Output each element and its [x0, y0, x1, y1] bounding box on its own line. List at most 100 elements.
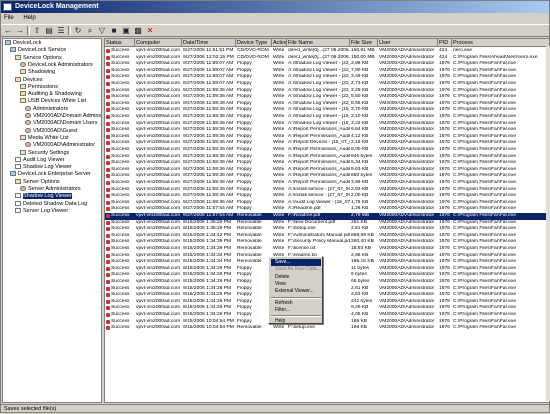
tree-node-label: VM2000AD\Guest: [33, 127, 78, 134]
user-icon: [25, 120, 31, 126]
tree-node-label: DeviceLock Enterprise Server: [18, 171, 91, 178]
tree-node[interactable]: Server Options: [15, 178, 60, 186]
vertical-scrollbar[interactable]: [546, 46, 550, 401]
tree-node-label: Service Options: [23, 54, 62, 61]
tree-node-label: VM2000AD\Domain Admins: [33, 113, 102, 119]
context-menu-item[interactable]: View: [271, 281, 321, 288]
tree-node[interactable]: Devices: [15, 76, 43, 84]
folder-icon: [20, 69, 26, 75]
column-header[interactable]: File Name: [287, 39, 350, 47]
tree-node[interactable]: DeviceLock Enterprise Server: [10, 171, 91, 178]
user-icon: [20, 186, 26, 191]
column-header[interactable]: Status: [105, 39, 135, 47]
tree-node-label: Administrators: [33, 105, 69, 112]
toolbar-separator: [68, 26, 71, 35]
window-title: DeviceLock Management: [15, 3, 99, 10]
tree-node[interactable]: Permissions: [20, 83, 58, 91]
table-cell: 1976: [439, 325, 450, 331]
tree-node[interactable]: DeviceLock Administrators: [20, 61, 93, 69]
tree-node-label: Security Settings: [28, 149, 70, 156]
table-cell: C:\Program Files\Far\Far.exe: [453, 325, 517, 331]
back-icon[interactable]: ←: [3, 26, 13, 36]
tree-node-label: Shadow Log Viewer: [23, 193, 72, 200]
tree-node[interactable]: Shadow Log Viewer: [15, 193, 72, 200]
tree-node[interactable]: DeviceLock: [5, 40, 41, 47]
table-cell: VM2000AD\Administrator: [379, 325, 435, 331]
tree-node[interactable]: Deleted Shadow Data Log: [15, 200, 88, 208]
title-bar[interactable]: DeviceLock Management: [1, 1, 549, 13]
shadow-log-list: Status Computer Date/Time Device Type Action…: [104, 38, 550, 403]
tree-node[interactable]: Audit Log Viewer: [15, 156, 65, 164]
find-icon[interactable]: ⌕: [85, 26, 95, 36]
user-icon: [25, 113, 31, 118]
folder-icon: [20, 83, 26, 89]
folder-icon: [15, 178, 21, 184]
column-header[interactable]: Device Type: [236, 39, 272, 47]
column-header[interactable]: User: [378, 39, 438, 47]
tree-node[interactable]: VM2000AD\Domain Admins: [25, 113, 101, 120]
menu-file[interactable]: File: [4, 15, 14, 21]
tree-node[interactable]: VM2000AD\Domain Users: [25, 120, 98, 127]
properties-icon[interactable]: ▣: [121, 26, 131, 36]
save-icon[interactable]: ▩: [133, 26, 143, 36]
tree-node-label: Media White List: [28, 134, 69, 141]
list-icon[interactable]: ☰: [56, 26, 66, 36]
context-menu-item[interactable]: Help: [271, 318, 321, 325]
table-row[interactable]: Success vpvt-vm2000ad.com 9/15/2006 10:04:…: [105, 325, 549, 332]
up-icon[interactable]: ⇧: [32, 26, 42, 36]
tree-node-label: DeviceLock Service: [18, 47, 67, 54]
tree-node[interactable]: Administrators: [25, 105, 69, 113]
tree-node-label: Shadowing: [28, 69, 56, 76]
column-header[interactable]: PID: [438, 39, 452, 47]
log-icon: [15, 200, 21, 206]
tree-node[interactable]: Service Options: [15, 54, 62, 62]
column-header[interactable]: Computer: [135, 39, 182, 47]
stop-icon[interactable]: ■: [109, 26, 119, 36]
context-menu: Save... Save As Raw Data... Delete View Exte…: [268, 256, 323, 324]
menu-separator: [271, 296, 321, 299]
menu-separator: [271, 315, 321, 318]
console-tree: DeviceLock DeviceLock Service Service Opti…: [2, 38, 102, 403]
tree-node[interactable]: VM2000AD\Administrator: [25, 142, 95, 149]
forward-icon[interactable]: →: [15, 26, 25, 36]
filter-icon[interactable]: ▽: [97, 26, 107, 36]
context-menu-item[interactable]: Filter...: [271, 307, 321, 314]
column-header[interactable]: Date/Time: [182, 39, 236, 47]
refresh-icon[interactable]: ↻: [73, 26, 83, 36]
menu-bar: File Help: [1, 13, 549, 24]
context-menu-item[interactable]: External Viewer...: [271, 288, 321, 295]
log-icon: [15, 207, 21, 213]
context-menu-item[interactable]: Delete: [271, 274, 321, 281]
user-icon: [25, 142, 31, 148]
tree-node[interactable]: Server Administrators: [20, 186, 81, 193]
status-bar: Saves selected file(s): [1, 404, 549, 413]
tree-node[interactable]: Server Log Viewer: [15, 207, 68, 215]
menu-help[interactable]: Help: [23, 15, 35, 21]
tree-node[interactable]: Shadow Log Viewer: [15, 164, 72, 171]
folder-icon: [20, 149, 26, 155]
context-menu-item: Save As Raw Data...: [275, 266, 321, 273]
tree-node[interactable]: VM2000AD\Guest: [25, 127, 78, 135]
user-icon: [25, 105, 31, 111]
table-cell: Removable: [237, 325, 262, 331]
folder-icon: [20, 91, 26, 97]
column-header[interactable]: File Size: [350, 39, 378, 47]
tree-icon[interactable]: ▤: [44, 26, 54, 36]
tree-node[interactable]: Media White List: [20, 134, 69, 142]
tree-node[interactable]: Security Settings: [20, 149, 70, 157]
column-header[interactable]: Process: [452, 39, 549, 47]
tree-node-label: Deleted Shadow Data Log: [23, 200, 88, 207]
tree-node[interactable]: USB Devices White List: [20, 98, 86, 105]
column-header[interactable]: Action: [272, 39, 287, 47]
tree-node[interactable]: DeviceLock Service: [10, 47, 66, 54]
tree-node-label: Server Options: [23, 178, 60, 185]
log-icon: [15, 164, 21, 170]
tree-node[interactable]: Auditing & Shadowing: [20, 91, 82, 98]
table-cell: 9/15/2006 10:04:54 PM: [183, 325, 234, 331]
tree-node-label: DeviceLock: [13, 40, 42, 46]
context-menu-item[interactable]: Refresh: [271, 300, 321, 307]
tree-node-label: Audit Log Viewer: [23, 156, 65, 163]
delete-icon[interactable]: ✕: [145, 26, 155, 36]
context-menu-item[interactable]: Save...: [271, 259, 321, 266]
tree-node[interactable]: Shadowing: [20, 69, 55, 76]
